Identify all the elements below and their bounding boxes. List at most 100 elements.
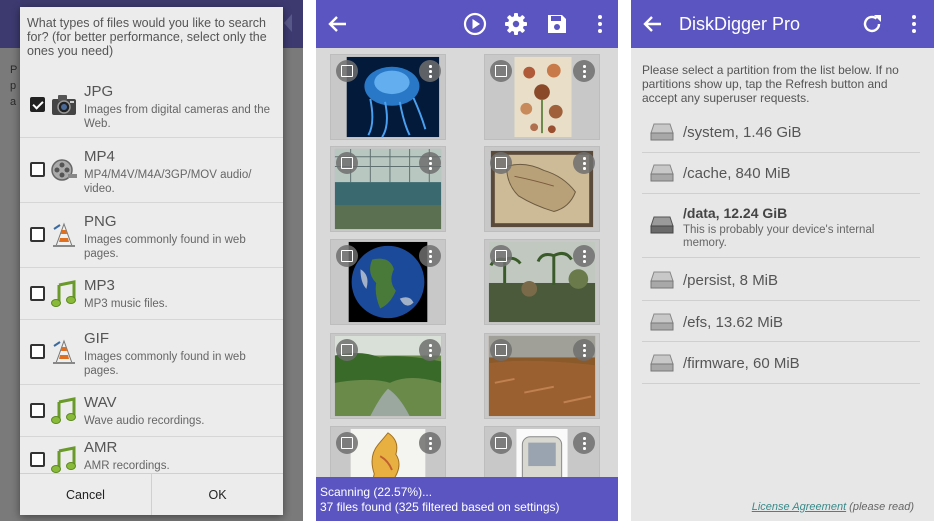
refresh-icon[interactable] xyxy=(860,12,884,36)
select-checkbox[interactable] xyxy=(490,245,512,267)
partition-description: This is probably your device's internal … xyxy=(683,224,875,249)
ok-button[interactable]: OK xyxy=(151,474,283,515)
scan-files-found-text: 37 files found (325 filtered based on se… xyxy=(320,500,560,514)
result-item[interactable] xyxy=(330,54,446,140)
app-bar: DiskDigger Pro xyxy=(631,0,934,48)
select-checkbox[interactable] xyxy=(336,432,358,454)
select-checkbox[interactable] xyxy=(490,60,512,82)
file-type-row-jpg[interactable]: JPG Images from digital cameras and the … xyxy=(20,73,283,138)
partition-name: /persist, 8 MiB xyxy=(683,272,779,289)
item-more-button[interactable] xyxy=(573,60,595,82)
file-type-row-gif[interactable]: GIF Images commonly found in web pages. xyxy=(20,320,283,385)
camera-icon xyxy=(52,95,76,115)
result-item[interactable] xyxy=(330,239,446,325)
music-note-icon xyxy=(51,280,76,307)
partition-item[interactable]: /efs, 13.62 MiB xyxy=(642,301,920,342)
license-suffix: (please read) xyxy=(846,501,914,513)
gif-checkbox[interactable] xyxy=(30,344,45,359)
film-reel-icon xyxy=(51,159,77,181)
jpg-checkbox[interactable] xyxy=(30,97,45,112)
file-type-desc: Images from digital cameras and the Web. xyxy=(84,104,271,130)
file-type-desc: MP4/M4V/M4A/3GP/MOV audio/ video. xyxy=(84,169,252,195)
file-type-row-png[interactable]: PNG Images commonly found in web pages. xyxy=(20,203,283,268)
dialog-button-bar: Cancel OK xyxy=(20,473,283,515)
file-type-desc: MP3 music files. xyxy=(84,298,168,310)
select-checkbox[interactable] xyxy=(490,152,512,174)
mp3-checkbox[interactable] xyxy=(30,286,45,301)
file-type-desc: Wave audio recordings. xyxy=(84,415,205,427)
result-item[interactable] xyxy=(484,333,600,419)
hard-drive-icon xyxy=(650,271,674,289)
hard-drive-icon xyxy=(650,123,674,141)
select-checkbox[interactable] xyxy=(336,245,358,267)
select-checkbox[interactable] xyxy=(336,339,358,361)
partition-item[interactable]: /system, 1.46 GiB xyxy=(642,112,920,153)
item-more-button[interactable] xyxy=(419,245,441,267)
item-more-button[interactable] xyxy=(419,152,441,174)
file-type-dialog: What types of files would you like to se… xyxy=(20,7,283,515)
result-item[interactable] xyxy=(330,333,446,419)
scan-progress-text: Scanning (22.57%)... xyxy=(320,485,433,499)
scan-results-screen: Scanning (22.57%)... 37 files found (325… xyxy=(316,0,618,521)
item-more-button[interactable] xyxy=(573,339,595,361)
file-type-screen: Ppa What types of files would you like t… xyxy=(0,0,303,521)
partition-item[interactable]: /cache, 840 MiB xyxy=(642,153,920,194)
dialog-question: What types of files would you like to se… xyxy=(27,16,267,58)
partition-item[interactable]: /persist, 8 MiB xyxy=(642,258,920,301)
item-more-button[interactable] xyxy=(573,432,595,454)
music-note-icon xyxy=(51,446,76,473)
file-type-row-wav[interactable]: WAV Wave audio recordings. xyxy=(20,385,283,437)
scan-toolbar xyxy=(316,0,618,48)
partition-select-screen: DiskDigger Pro Please select a partition… xyxy=(631,0,934,521)
file-type-name: GIF xyxy=(84,330,109,347)
amr-checkbox[interactable] xyxy=(30,452,45,467)
file-type-name: MP4 xyxy=(84,148,115,165)
result-item[interactable] xyxy=(330,146,446,232)
scan-status-bar: Scanning (22.57%)... 37 files found (325… xyxy=(316,477,618,521)
png-checkbox[interactable] xyxy=(30,227,45,242)
file-type-desc: Images commonly found in web pages. xyxy=(84,351,246,377)
item-more-button[interactable] xyxy=(419,339,441,361)
result-item[interactable] xyxy=(484,54,600,140)
cancel-button[interactable]: Cancel xyxy=(20,474,151,515)
file-type-row-amr[interactable]: AMR AMR recordings. xyxy=(20,437,283,473)
file-type-name: PNG xyxy=(84,213,117,230)
file-type-row-mp4[interactable]: MP4 MP4/M4V/M4A/3GP/MOV audio/ video. xyxy=(20,138,283,203)
vlc-cone-icon xyxy=(53,339,75,364)
select-checkbox[interactable] xyxy=(490,339,512,361)
mp4-checkbox[interactable] xyxy=(30,162,45,177)
license-footer: License Agreement (please read) xyxy=(752,501,914,513)
hard-drive-icon xyxy=(650,354,674,372)
gear-icon[interactable] xyxy=(504,12,528,36)
item-more-button[interactable] xyxy=(573,152,595,174)
file-type-name: MP3 xyxy=(84,277,115,294)
result-item[interactable] xyxy=(484,239,600,325)
music-note-icon xyxy=(51,397,76,424)
select-checkbox[interactable] xyxy=(336,60,358,82)
partition-item[interactable]: /data, 12.24 GiB This is probably your d… xyxy=(642,194,920,258)
back-arrow-icon[interactable] xyxy=(641,12,665,36)
item-more-button[interactable] xyxy=(573,245,595,267)
file-type-name: JPG xyxy=(84,83,114,100)
save-icon[interactable] xyxy=(545,12,569,36)
item-more-button[interactable] xyxy=(419,432,441,454)
play-icon[interactable] xyxy=(463,12,487,36)
overflow-menu-icon[interactable] xyxy=(588,12,612,36)
license-agreement-link[interactable]: License Agreement xyxy=(752,501,846,513)
partition-name: /system, 1.46 GiB xyxy=(683,124,802,141)
wav-checkbox[interactable] xyxy=(30,403,45,418)
overflow-menu-icon[interactable] xyxy=(902,12,926,36)
partition-name: /cache, 840 MiB xyxy=(683,165,791,182)
app-title: DiskDigger Pro xyxy=(679,14,801,34)
back-arrow-icon[interactable] xyxy=(326,12,350,36)
select-checkbox[interactable] xyxy=(336,152,358,174)
hard-drive-icon xyxy=(650,313,674,331)
file-type-row-mp3[interactable]: MP3 MP3 music files. xyxy=(20,268,283,320)
hard-drive-icon xyxy=(650,216,674,234)
item-more-button[interactable] xyxy=(419,60,441,82)
partition-item[interactable]: /firmware, 60 MiB xyxy=(642,342,920,384)
select-checkbox[interactable] xyxy=(490,432,512,454)
hard-drive-icon xyxy=(650,164,674,182)
result-item[interactable] xyxy=(484,146,600,232)
partition-name: /data, 12.24 GiB xyxy=(683,205,788,221)
